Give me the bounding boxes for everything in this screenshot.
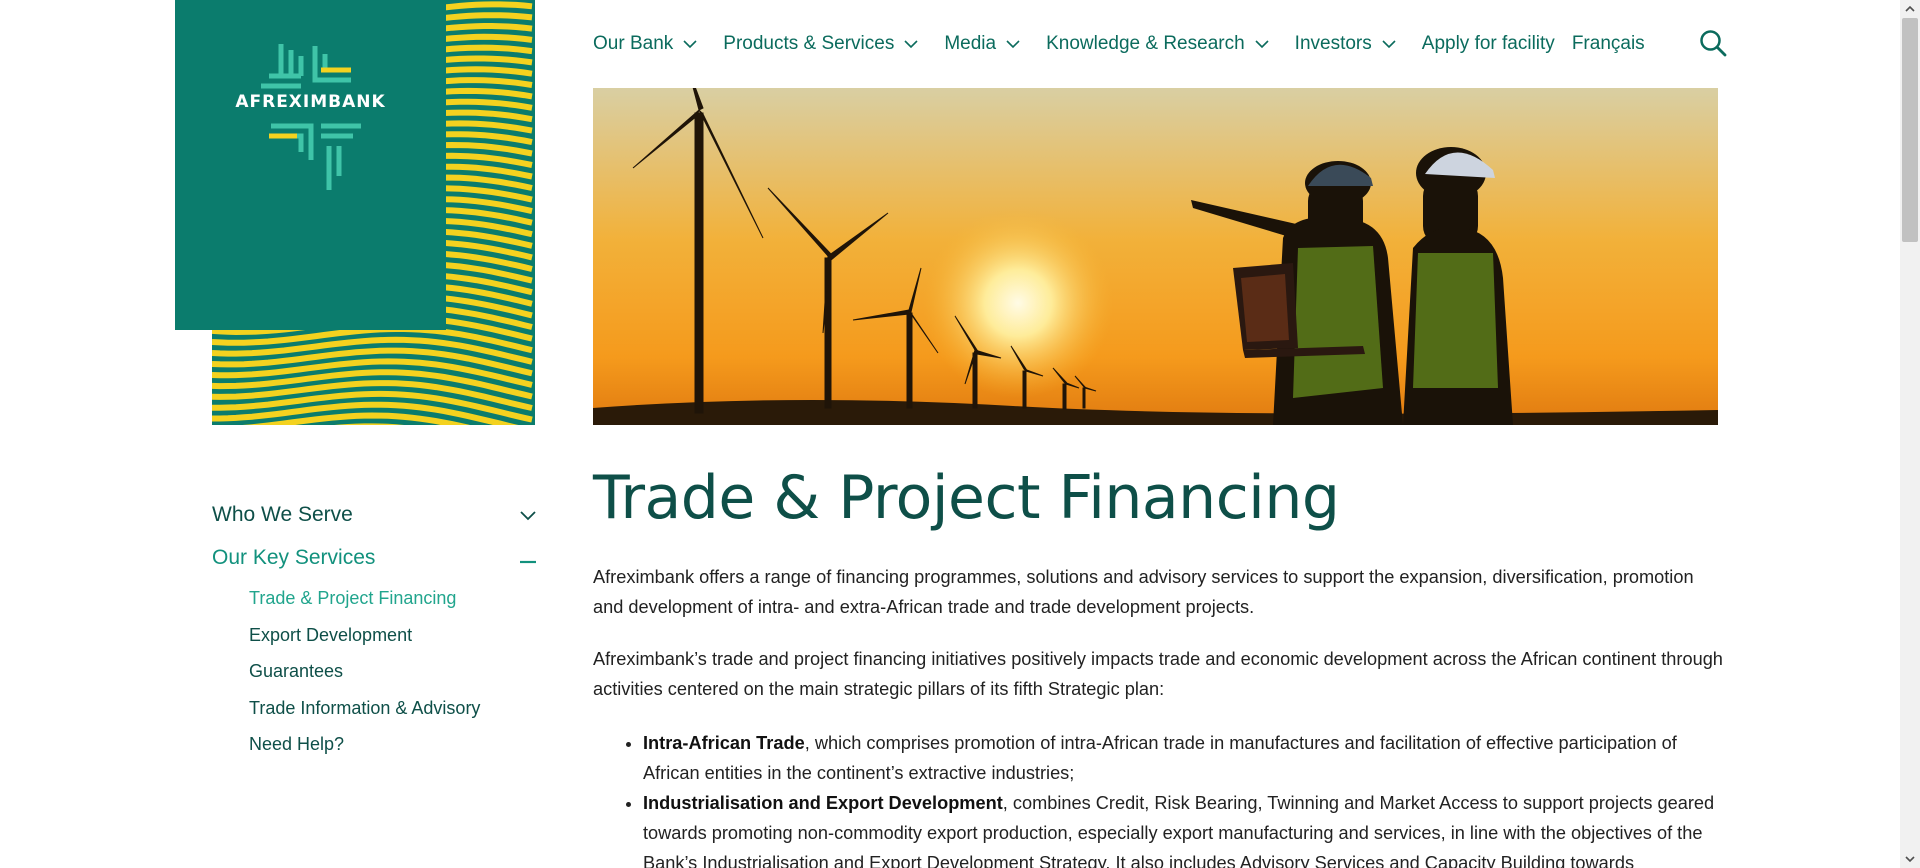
nav-knowledge-research[interactable]: Knowledge & Research: [1046, 33, 1269, 55]
scroll-down-arrow-icon[interactable]: [1905, 854, 1915, 864]
nav-label: Apply for facility: [1421, 33, 1555, 54]
sidebar-who-we-serve[interactable]: Who We Serve: [212, 498, 536, 532]
chevron-down-icon: [1382, 33, 1396, 55]
nav-language-francais[interactable]: Français: [1572, 33, 1645, 55]
sidebar-subnav: Trade & Project Financing Export Develop…: [212, 580, 536, 763]
top-navigation: Our Bank Products & Services Media Knowl…: [593, 26, 1662, 62]
chevron-down-icon: [1255, 33, 1269, 55]
collapse-minus-icon: [520, 546, 536, 570]
vertical-scrollbar[interactable]: [1900, 0, 1920, 868]
nav-investors[interactable]: Investors: [1295, 33, 1396, 55]
chevron-down-icon: [904, 33, 918, 55]
list-item: Intra-African Trade, which comprises pro…: [643, 728, 1728, 788]
search-icon: [1700, 30, 1727, 57]
intro-paragraph: Afreximbank offers a range of financing …: [593, 567, 1694, 617]
sidebar-our-key-services[interactable]: Our Key Services: [212, 541, 536, 575]
nav-label: Products & Services: [723, 33, 895, 54]
sidebar-item-guarantees[interactable]: Guarantees: [249, 653, 536, 690]
nav-label: Knowledge & Research: [1046, 33, 1245, 54]
list-item-title: Industrialisation and Export Development: [643, 793, 1003, 813]
sidebar: Who We Serve Our Key Services Trade & Pr…: [212, 498, 536, 763]
sidebar-heading-label: Our Key Services: [212, 546, 376, 569]
sidebar-item-need-help[interactable]: Need Help?: [249, 726, 536, 763]
scrollbar-thumb[interactable]: [1902, 18, 1918, 242]
sidebar-item-trade-project-financing[interactable]: Trade & Project Financing: [249, 580, 536, 617]
list-item-title: Intra-African Trade: [643, 733, 805, 753]
logo[interactable]: AFREXIMBANK: [175, 0, 446, 330]
sidebar-heading-label: Who We Serve: [212, 503, 353, 526]
nav-label: Français: [1571, 33, 1645, 54]
list-item: Industrialisation and Export Development…: [643, 788, 1728, 868]
search-button[interactable]: [1698, 28, 1728, 58]
sidebar-item-trade-information-advisory[interactable]: Trade Information & Advisory: [249, 690, 536, 727]
pillars-list: Intra-African Trade, which comprises pro…: [593, 728, 1728, 868]
page-title: Trade & Project Financing: [593, 463, 1340, 533]
main-content: Trade & Project Financing Afreximbank of…: [593, 458, 1728, 868]
scroll-up-arrow-icon[interactable]: [1905, 4, 1915, 14]
chevron-down-icon: [1006, 33, 1020, 55]
chevron-down-icon: [520, 503, 536, 527]
page: AFREXIMBANK Our Bank Products & Services…: [0, 0, 1900, 868]
sidebar-item-export-development[interactable]: Export Development: [249, 617, 536, 654]
nav-products-services[interactable]: Products & Services: [723, 33, 918, 55]
pillars-paragraph: Afreximbank’s trade and project financin…: [593, 649, 1723, 699]
nav-apply-for-facility[interactable]: Apply for facility: [1422, 33, 1555, 55]
nav-label: Investors: [1294, 33, 1372, 54]
nav-label: Media: [944, 33, 997, 54]
hero-image: [593, 88, 1718, 425]
nav-our-bank[interactable]: Our Bank: [593, 33, 697, 55]
logo-text: AFREXIMBANK: [235, 92, 386, 112]
nav-media[interactable]: Media: [944, 33, 1020, 55]
logo-mark-icon: [261, 44, 361, 190]
brand-block: AFREXIMBANK: [175, 0, 535, 425]
nav-label: Our Bank: [593, 33, 674, 54]
chevron-down-icon: [683, 33, 697, 55]
